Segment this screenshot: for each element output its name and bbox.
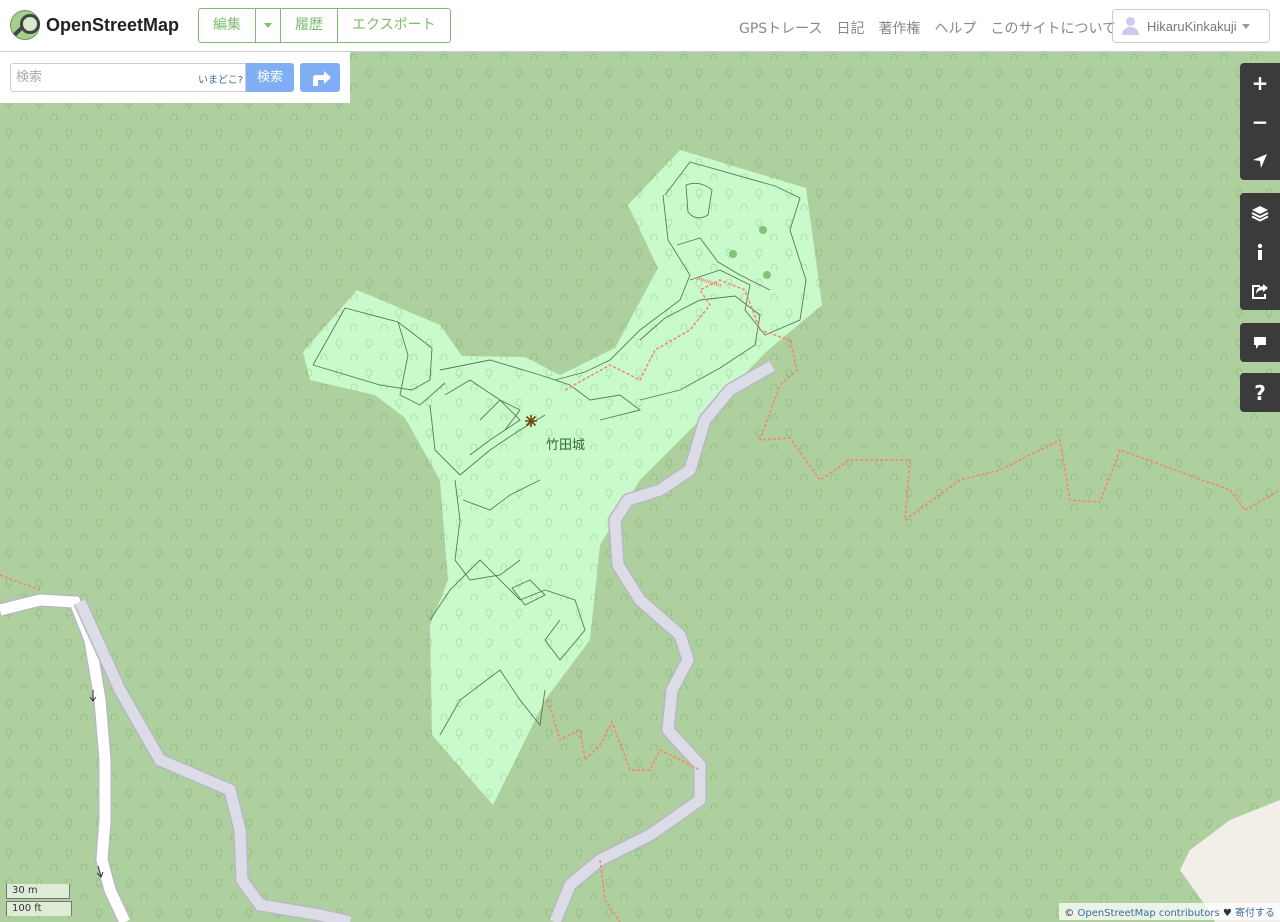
heart-icon: ♥ [1222, 908, 1232, 919]
search-panel: 検索 いまどこ? 検索 [0, 52, 350, 103]
tree-point [729, 250, 737, 258]
site-name: OpenStreetMap [46, 14, 180, 35]
tree-point [759, 226, 767, 234]
add-note-button[interactable] [1240, 323, 1280, 362]
where-am-i-link[interactable]: いまどこ? [198, 71, 243, 86]
help-tools: ? [1240, 373, 1280, 412]
site-logo[interactable]: OpenStreetMap [10, 10, 179, 40]
history-button[interactable]: 履歴 [281, 9, 338, 42]
nav-copyright[interactable]: 著作権 [878, 18, 920, 38]
tree-point [763, 271, 771, 279]
username: HikaruKinkakuji [1147, 18, 1237, 34]
edit-button-group: 編集 履歴 エクスポート [198, 8, 451, 43]
geolocate-button[interactable] [1240, 141, 1280, 180]
avatar-icon [1121, 16, 1139, 36]
copyright-symbol: © [1064, 908, 1075, 919]
directions-button[interactable] [300, 63, 340, 92]
edit-dropdown-button[interactable] [256, 9, 281, 42]
nav-about[interactable]: このサイトについて [990, 18, 1116, 38]
share-icon [1252, 283, 1268, 299]
donate-link[interactable]: 寄付する [1235, 908, 1275, 919]
note-tools [1240, 323, 1280, 362]
query-features-button[interactable]: ? [1240, 373, 1280, 412]
scale-imperial: 100 ft [6, 901, 72, 916]
chevron-down-icon [1241, 23, 1250, 29]
nav-diary[interactable]: 日記 [836, 18, 864, 38]
share-button[interactable] [1240, 271, 1280, 310]
edit-button[interactable]: 編集 [199, 9, 256, 42]
osm-contributors-link[interactable]: OpenStreetMap contributors [1077, 908, 1219, 919]
layers-button[interactable] [1240, 193, 1280, 232]
locate-arrow-icon [1253, 153, 1267, 168]
osm-logo-icon [10, 10, 40, 40]
zoom-in-button[interactable]: + [1240, 63, 1280, 102]
castle-ruins-icon [525, 415, 537, 427]
export-button[interactable]: エクスポート [338, 9, 450, 42]
nav-gps-traces[interactable]: GPSトレース [739, 18, 822, 38]
map-tools [1240, 193, 1280, 310]
comment-icon [1254, 336, 1266, 349]
place-label: 竹田城 [546, 438, 586, 453]
top-header: OpenStreetMap 編集 履歴 エクスポート GPSトレース 日記 著作… [0, 0, 1280, 52]
chevron-down-icon [264, 22, 272, 28]
nav-help[interactable]: ヘルプ [934, 18, 976, 38]
zoom-out-button[interactable]: − [1240, 102, 1280, 141]
attribution: © OpenStreetMap contributors ♥ 寄付する [1059, 903, 1280, 920]
zoom-controls: + − [1240, 63, 1280, 180]
user-menu[interactable]: HikaruKinkakuji [1112, 9, 1270, 43]
map-key-button[interactable] [1240, 232, 1280, 271]
forest-pattern [0, 52, 1280, 922]
main-nav: GPSトレース 日記 著作権 ヘルプ このサイトについて [739, 18, 1130, 38]
scale-metric: 30 m [6, 884, 70, 899]
search-button[interactable]: 検索 [246, 63, 294, 92]
info-icon [1257, 243, 1263, 260]
directions-icon [313, 71, 331, 86]
layers-icon [1251, 205, 1269, 222]
map-canvas[interactable] [0, 52, 1280, 922]
